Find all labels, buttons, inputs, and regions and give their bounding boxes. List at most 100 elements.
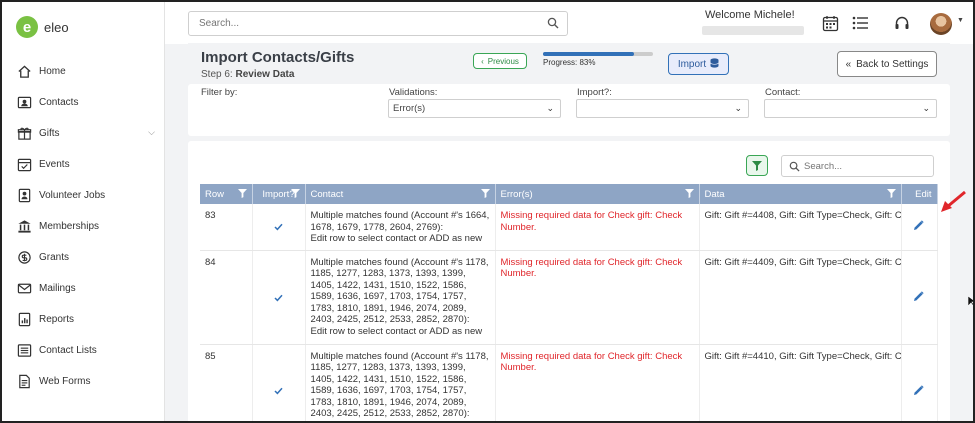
grants-icon — [16, 250, 32, 266]
mail-icon — [16, 281, 32, 297]
table-search-input[interactable] — [804, 158, 929, 175]
table-row[interactable]: 84 Multiple matches found (Account #'s 11… — [200, 250, 938, 345]
import-filter-select[interactable]: ⌄ — [576, 99, 749, 118]
import-checkbox-cell — [252, 344, 306, 421]
sidebar-item-memberships[interactable]: Memberships — [2, 211, 165, 242]
column-header-row[interactable]: Row — [200, 184, 253, 204]
progress-fill — [543, 52, 635, 56]
sidebar-item-label: Contact Lists — [39, 345, 97, 356]
contact-match-text: Multiple matches found (Account #'s 1178… — [310, 256, 489, 326]
caret-down-icon[interactable]: ▼ — [957, 17, 964, 24]
sidebar-item-label: Grants — [39, 252, 70, 263]
import-checkbox[interactable] — [274, 387, 283, 399]
validations-label: Validations: — [389, 87, 438, 98]
pencil-edit-icon[interactable] — [913, 220, 924, 235]
chevron-down-icon: ⌄ — [734, 103, 742, 113]
reports-icon — [16, 312, 32, 328]
import-label: Import — [677, 58, 707, 70]
pencil-edit-icon[interactable] — [913, 290, 924, 306]
sidebar-item-label: Contacts — [39, 97, 79, 108]
back-to-settings-button[interactable]: « Back to Settings — [837, 51, 937, 77]
list-icon — [16, 343, 32, 359]
import-checkbox[interactable] — [274, 223, 283, 235]
edit-cell — [901, 344, 938, 421]
contact-cell: Multiple matches found (Account #'s 1664… — [305, 204, 496, 251]
filter-by-label: Filter by: — [201, 87, 238, 98]
search-icon[interactable] — [547, 17, 559, 32]
chevron-down-icon: ⌄ — [922, 103, 930, 113]
column-filter-icon[interactable] — [290, 189, 300, 201]
calendar-icon[interactable] — [821, 14, 839, 32]
contact-note: Edit row to select contact or ADD as new — [310, 233, 483, 244]
sidebar-item-label: Events — [39, 159, 70, 170]
sidebar-item-label: Volunteer Jobs — [39, 190, 106, 201]
column-header-edit[interactable]: Edit — [901, 184, 938, 204]
validations-select[interactable]: Error(s) ⌄ — [388, 99, 561, 118]
table-search — [781, 155, 934, 177]
column-header-label: Data — [704, 188, 725, 200]
contact-match-text: Multiple matches found (Account #'s 1664… — [310, 210, 490, 233]
edit-cell — [901, 250, 938, 345]
memberships-icon — [16, 219, 32, 235]
progress-label: Progress: 83% — [543, 58, 596, 67]
filter-panel: Filter by: Validations: Error(s) ⌄ Import… — [188, 84, 950, 136]
logo[interactable]: e eleo — [16, 16, 69, 38]
import-checkbox[interactable] — [274, 294, 283, 306]
contact-cell: Multiple matches found (Account #'s 1178… — [305, 344, 496, 421]
volunteer-icon — [16, 188, 32, 204]
column-header-data[interactable]: Data — [699, 184, 902, 204]
search-icon — [789, 161, 800, 175]
import-button[interactable]: Import — [668, 53, 729, 75]
sidebar-item-mailings[interactable]: Mailings — [2, 273, 165, 304]
sidebar-item-grants[interactable]: Grants — [2, 242, 165, 273]
error-text: Missing required data for Check gift: Ch… — [500, 256, 683, 280]
column-filter-icon[interactable] — [480, 189, 490, 201]
sidebar-item-volunteer-jobs[interactable]: Volunteer Jobs — [2, 180, 165, 211]
filter-export-icon — [752, 160, 762, 171]
row-number-cell: 85 — [200, 344, 253, 421]
column-filter-icon[interactable] — [886, 189, 896, 201]
sidebar-item-label: Mailings — [39, 283, 76, 294]
contact-note: Edit row to select contact or ADD as new — [310, 325, 483, 337]
global-search-input[interactable] — [189, 12, 529, 35]
column-header-contact[interactable]: Contact — [305, 184, 496, 204]
table-row[interactable]: 83 Multiple matches found (Account #'s 16… — [200, 204, 938, 251]
step-subtitle: Step 6: Review Data — [201, 69, 294, 80]
contact-filter-label: Contact: — [765, 87, 801, 98]
error-cell: Missing required data for Check gift: Ch… — [495, 250, 700, 345]
sidebar-item-events[interactable]: Events — [2, 149, 165, 180]
user-avatar[interactable] — [930, 13, 952, 35]
column-header-import[interactable]: Import? — [252, 184, 306, 204]
double-chevron-left-icon: « — [845, 58, 852, 70]
contact-match-text: Multiple matches found (Account #'s 1178… — [310, 350, 489, 420]
validations-value: Error(s) — [393, 103, 426, 114]
sidebar-item-web-forms[interactable]: Web Forms — [2, 366, 165, 397]
sidebar-item-home[interactable]: Home — [2, 56, 165, 87]
sidebar-item-reports[interactable]: Reports — [2, 304, 165, 335]
export-excel-button[interactable] — [746, 155, 768, 176]
task-list-icon[interactable] — [851, 14, 869, 32]
page-header: Import Contacts/Gifts Step 6: Review Dat… — [188, 43, 950, 84]
column-header-errors[interactable]: Error(s) — [495, 184, 700, 204]
column-filter-icon[interactable] — [237, 189, 247, 201]
data-cell: Gift: Gift #=4410, Gift: Gift Type=Check… — [699, 344, 902, 421]
headset-support-icon[interactable] — [893, 14, 911, 32]
chevron-down-icon[interactable]: ⌵ — [148, 127, 155, 138]
sidebar-item-gifts[interactable]: Gifts ⌵ — [2, 118, 165, 149]
pencil-edit-icon[interactable] — [913, 384, 924, 400]
step-prefix: Step 6: — [201, 69, 233, 80]
error-cell: Missing required data for Check gift: Ch… — [495, 344, 700, 421]
sidebar-item-contacts[interactable]: Contacts — [2, 87, 165, 118]
row-number-cell: 83 — [200, 204, 253, 251]
page-title: Import Contacts/Gifts — [201, 49, 355, 66]
app-window: e eleo Home Contacts Gifts ⌵ Events Volunteer… — [0, 0, 975, 423]
welcome-text: Welcome Michele! — [705, 9, 795, 21]
contact-filter-select[interactable]: ⌄ — [764, 99, 937, 118]
column-filter-icon[interactable] — [684, 189, 694, 201]
home-icon — [16, 64, 32, 80]
table-row[interactable]: 85 Multiple matches found (Account #'s 11… — [200, 344, 938, 421]
sidebar-item-contact-lists[interactable]: Contact Lists — [2, 335, 165, 366]
row-number: 84 — [205, 256, 216, 268]
previous-button[interactable]: ‹ Previous — [473, 53, 527, 69]
contact-cell: Multiple matches found (Account #'s 1178… — [305, 250, 496, 345]
